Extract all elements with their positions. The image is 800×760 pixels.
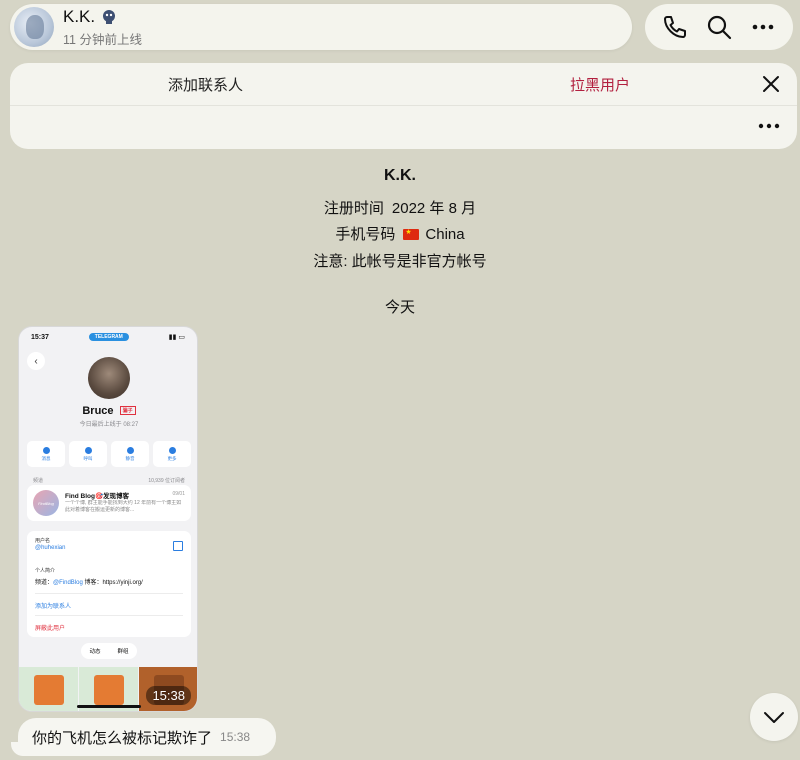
- phone-icon[interactable]: [660, 12, 690, 42]
- screenshot-info-card: 用户名 @huhexian 个人简介 频道：@FindBlog 博客：https…: [27, 531, 191, 637]
- block-user-button[interactable]: 拉黑用户: [570, 74, 630, 95]
- screenshot-channel-title: Find Blog🎯发现博客: [65, 493, 130, 500]
- header-actions: [645, 4, 793, 50]
- unofficial-account-note: 注意: 此帐号是非官方帐号: [313, 253, 487, 270]
- screenshot-button-label: 更多: [167, 455, 177, 461]
- more-icon[interactable]: [756, 118, 782, 134]
- more-icon: [168, 446, 176, 454]
- bio-suffix: 博客：https://yinji.org/: [82, 580, 143, 586]
- close-icon[interactable]: [760, 73, 782, 95]
- screenshot-username-label: 用户名: [35, 538, 51, 544]
- chat-title-block: K.K. 11 分钟前上线: [63, 7, 142, 48]
- chat-name: K.K.: [63, 6, 96, 26]
- screenshot-channel-header: 频道 10,939 位订阅者: [33, 477, 185, 484]
- screenshot-message-button: 消息: [27, 441, 65, 467]
- media-thumb: [19, 667, 79, 711]
- home-indicator: [77, 705, 141, 708]
- screenshot-channel-card: FindBlog Find Blog🎯发现博客 09/01 一个个博, 群主能手…: [27, 485, 191, 521]
- peer-name: K.K.: [384, 167, 416, 184]
- telegram-pill: TELEGRAM: [88, 333, 129, 341]
- phone-label: 手机号码: [335, 226, 396, 243]
- divider: [35, 593, 183, 594]
- screenshot-channel-desc: 一个个博, 群主能手能找到大约 12 年前有一个博主如此对着博客在搬运更新的博客…: [65, 500, 182, 513]
- add-contact-button[interactable]: 添加联系人: [168, 74, 243, 95]
- registered-value: 2022 年 8 月: [391, 200, 477, 217]
- emoji-status-icon: [103, 9, 116, 24]
- screenshot-add-contact: 添加为联系人: [35, 604, 72, 610]
- contact-action-row: 添加联系人 拉黑用户: [10, 63, 797, 106]
- screenshot-avatar: [88, 357, 130, 399]
- screenshot-status-bar: 15:37 TELEGRAM ▮▮ ▭: [19, 327, 197, 347]
- last-seen-status: 11 分钟前上线: [63, 32, 142, 47]
- image-message-time: 15:38: [146, 686, 191, 705]
- segment-posts: 动态: [89, 649, 101, 655]
- chevron-down-icon: [764, 712, 784, 723]
- bio-prefix: 频道：: [35, 580, 54, 586]
- screenshot-username-value: @huhexian: [35, 545, 66, 551]
- screenshot-channel-label: 频道: [33, 478, 44, 484]
- back-icon: ‹: [27, 352, 45, 370]
- screenshot-segment-control: 动态 群组: [81, 643, 137, 659]
- screenshot-action-buttons: 消息 呼叫 静音 更多: [27, 441, 191, 467]
- screenshot-bio-label: 个人简介: [35, 568, 56, 574]
- message-icon: [42, 446, 50, 454]
- screenshot-call-button: 呼叫: [69, 441, 107, 467]
- scroll-to-bottom-button[interactable]: [750, 693, 798, 741]
- phone-info: 手机号码 China: [0, 223, 800, 244]
- screenshot-last-seen: 今日最后上线于 08:27: [79, 422, 139, 428]
- screenshot-channel-subs: 10,939 位订阅者: [148, 478, 185, 484]
- divider: [35, 615, 183, 616]
- channel-logo: FindBlog: [33, 490, 59, 516]
- chat-name-row: K.K.: [63, 7, 142, 27]
- segment-groups: 群组: [117, 649, 129, 655]
- phone-country: China: [403, 226, 465, 243]
- screenshot-more-button: 更多: [153, 441, 191, 467]
- contact-action-bar: 添加联系人 拉黑用户: [10, 63, 797, 149]
- screenshot-profile-name: Bruce 骗子: [19, 405, 197, 417]
- screenshot-channel-time: 09/01: [172, 491, 185, 497]
- screenshot-button-label: 消息: [41, 455, 51, 461]
- screenshot-block-user: 屏蔽此用户: [35, 626, 66, 632]
- qr-code-icon: [173, 541, 183, 551]
- phone-icon: [84, 446, 92, 454]
- screenshot-clock: 15:37: [31, 333, 49, 341]
- text-message[interactable]: 你的飞机怎么被标记欺诈了 15:38: [18, 718, 276, 756]
- bio-link: @FindBlog: [53, 580, 83, 586]
- search-icon[interactable]: [704, 12, 734, 42]
- scam-badge: 骗子: [119, 406, 136, 415]
- battery-icon: ▮▮ ▭: [168, 334, 185, 341]
- bell-icon: [126, 446, 134, 454]
- message-time: 15:38: [220, 730, 251, 744]
- screenshot-bio: 频道：@FindBlog 博客：https://yinji.org/: [35, 577, 143, 586]
- china-flag-icon: [403, 228, 420, 240]
- registration-info: 注册时间 2022 年 8 月: [0, 197, 800, 218]
- registered-label: 注册时间: [323, 200, 384, 217]
- screenshot-button-label: 呼叫: [83, 455, 93, 461]
- screenshot-mute-button: 静音: [111, 441, 149, 467]
- date-separator: 今天: [384, 299, 415, 316]
- screenshot-profile-name-text: Bruce: [82, 405, 114, 417]
- phone-value: China: [425, 226, 465, 243]
- avatar[interactable]: [14, 7, 54, 47]
- message-text: 你的飞机怎么被标记欺诈了: [32, 729, 213, 747]
- image-message[interactable]: 15:37 TELEGRAM ▮▮ ▭ ‹ Bruce 骗子 今日最后上线于 0…: [18, 326, 198, 712]
- screenshot-button-label: 静音: [125, 455, 135, 461]
- chat-header[interactable]: K.K. 11 分钟前上线: [10, 4, 632, 50]
- more-icon[interactable]: [748, 12, 778, 42]
